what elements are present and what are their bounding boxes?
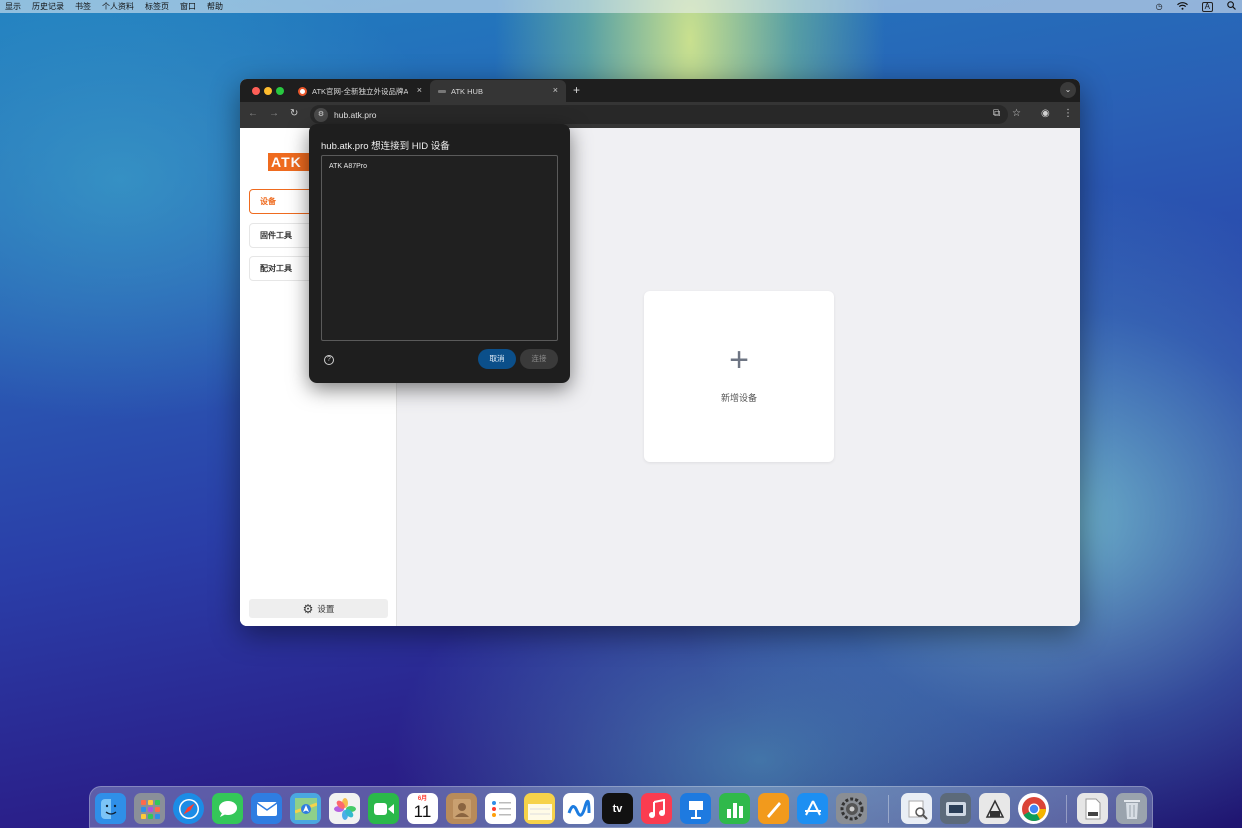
atk-favicon-icon [298, 86, 307, 96]
zoom-window-button[interactable] [276, 87, 284, 95]
reload-icon[interactable]: ↻ [290, 108, 298, 119]
reminders-icon[interactable] [485, 793, 516, 824]
menu-help[interactable]: 帮助 [207, 1, 223, 12]
new-tab-button[interactable]: + [573, 83, 580, 97]
facetime-icon[interactable] [368, 793, 399, 824]
close-window-button[interactable] [252, 87, 260, 95]
photos-icon[interactable] [329, 793, 360, 824]
tab-search-chevron-icon[interactable]: ⌄ [1060, 82, 1076, 98]
finder-icon[interactable] [95, 793, 126, 824]
notes-icon[interactable] [524, 793, 555, 824]
contacts-icon[interactable] [446, 793, 477, 824]
settings-label: 设置 [317, 603, 335, 614]
calendar-icon[interactable]: 6月 11 [407, 793, 438, 824]
keynote-icon[interactable] [680, 793, 711, 824]
minimize-window-button[interactable] [264, 87, 272, 95]
address-bar[interactable]: ⚙ hub.atk.pro [310, 105, 1008, 124]
wifi-icon[interactable] [1176, 1, 1188, 12]
forward-arrow-icon[interactable]: → [269, 108, 279, 119]
freeform-icon[interactable] [563, 793, 594, 824]
dock: 6月 11 tv [89, 786, 1153, 828]
tab-bar: ATK官网-全新独立外设品牌ATK × ATK HUB × + ⌄ [240, 79, 1080, 102]
atk-logo: ATK [268, 153, 312, 171]
tab-atk-hub[interactable]: ATK HUB × [430, 80, 566, 102]
preview-icon[interactable] [901, 793, 932, 824]
pages-icon[interactable] [758, 793, 789, 824]
dialog-title: hub.atk.pro 想连接到 HID 设备 [321, 141, 450, 152]
document-icon[interactable] [1077, 793, 1108, 824]
calendar-day: 11 [413, 802, 432, 821]
maps-icon[interactable] [290, 793, 321, 824]
device-list-item[interactable]: ATK A87Pro [329, 163, 367, 170]
menu-tabs[interactable]: 标签页 [145, 1, 169, 12]
profile-icon[interactable]: ◉ [1041, 108, 1050, 119]
tab-title: ATK HUB [451, 86, 483, 96]
menu-window[interactable]: 窗口 [180, 1, 196, 12]
cancel-button[interactable]: 取消 [478, 349, 516, 369]
dock-separator [888, 795, 889, 823]
connect-button[interactable]: 连接 [520, 349, 558, 369]
hub-favicon-icon [438, 89, 446, 93]
tab-title: ATK官网-全新独立外设品牌ATK [312, 86, 408, 96]
messages-icon[interactable] [212, 793, 243, 824]
app-store-icon[interactable] [797, 793, 828, 824]
add-device-card[interactable]: + 新增设备 [644, 291, 834, 462]
install-app-icon[interactable]: ⧉ [993, 108, 1000, 119]
trash-icon[interactable] [1116, 793, 1147, 824]
url-text[interactable]: hub.atk.pro [334, 110, 377, 120]
numbers-icon[interactable] [719, 793, 750, 824]
gear-icon: ⚙ [302, 601, 314, 616]
music-icon[interactable] [641, 793, 672, 824]
input-source-indicator[interactable]: A [1201, 1, 1213, 12]
tab-close-icon[interactable]: × [417, 85, 422, 95]
safari-icon[interactable] [173, 793, 204, 824]
plus-icon: + [729, 341, 749, 379]
search-icon[interactable] [1227, 1, 1236, 12]
screenshot-icon[interactable] [940, 793, 971, 824]
more-menu-icon[interactable]: ⋮ [1063, 108, 1073, 119]
menu-view[interactable]: 显示 [5, 1, 21, 12]
tv-label: tv [612, 802, 623, 815]
system-settings-icon[interactable] [836, 793, 867, 824]
device-list[interactable]: ATK A87Pro [321, 155, 558, 341]
mail-icon[interactable] [251, 793, 282, 824]
tab-atk-official[interactable]: ATK官网-全新独立外设品牌ATK × [290, 80, 430, 102]
site-info-icon[interactable]: ⚙ [314, 107, 328, 122]
tab-close-icon[interactable]: × [553, 85, 558, 95]
hid-permission-dialog: hub.atk.pro 想连接到 HID 设备 ATK A87Pro ? 取消 … [309, 124, 570, 383]
launchpad-icon[interactable] [134, 793, 165, 824]
add-device-label: 新增设备 [720, 393, 757, 403]
back-arrow-icon[interactable]: ← [248, 108, 258, 119]
help-icon[interactable]: ? [324, 355, 334, 365]
settings-button[interactable]: ⚙ 设置 [249, 599, 388, 618]
chrome-icon[interactable] [1018, 793, 1049, 824]
menu-bar: 显示 历史记录 书签 个人资料 标签页 窗口 帮助 ◷ A [0, 0, 1242, 13]
status-area: ◷ A [1142, 0, 1236, 13]
menu-bookmarks[interactable]: 书签 [75, 1, 91, 12]
menu-history[interactable]: 历史记录 [32, 1, 64, 12]
dock-separator [1066, 795, 1067, 823]
bookmark-star-icon[interactable]: ☆ [1012, 108, 1021, 119]
menu-profiles[interactable]: 个人资料 [102, 1, 134, 12]
time-machine-icon[interactable]: ◷ [1156, 2, 1163, 11]
apple-tv-icon[interactable]: tv [602, 793, 633, 824]
utility-app-icon[interactable] [979, 793, 1010, 824]
